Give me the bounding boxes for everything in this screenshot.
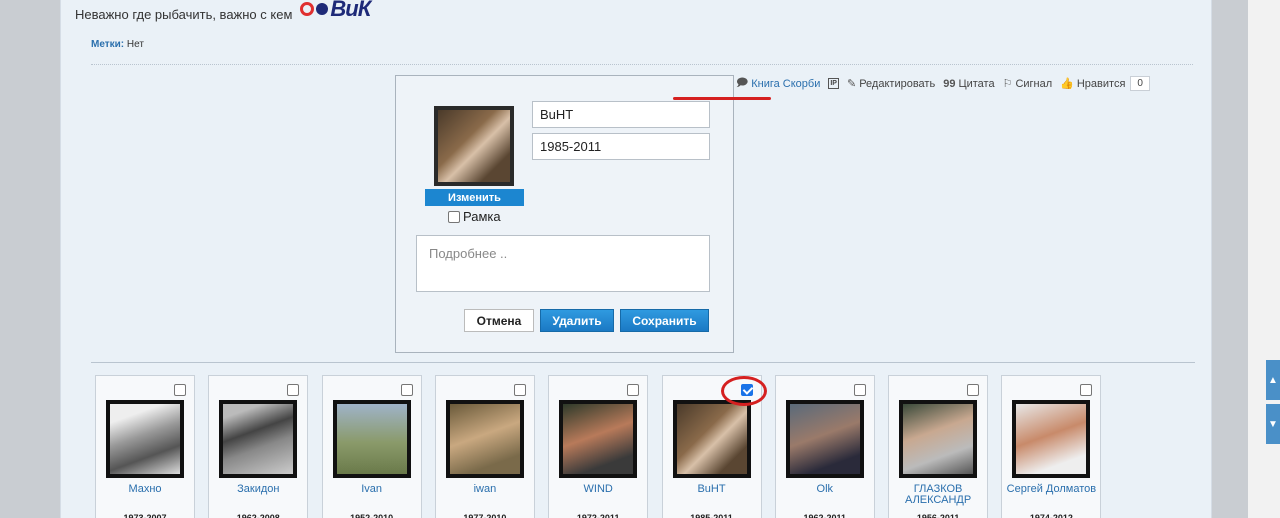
quote-link[interactable]: 99 Цитата [943,78,994,90]
signature-text: Неважно где рыбачить, важно с кем [75,6,293,22]
card-photo[interactable] [785,400,864,478]
like-count: 0 [1130,76,1150,91]
frame-label: Рамка [463,209,501,224]
memorial-editor-panel: Изменить Рамка ВuНТ 1985-2011 Подробнее … [395,75,734,353]
comment-icon: 🗩 [736,77,749,89]
card-select-checkbox[interactable] [400,384,413,396]
card-photo[interactable] [106,400,184,478]
post-tags: Метки: Нет [91,39,144,50]
scroll-up-button[interactable]: ▲ [1266,360,1280,400]
card-years: 1973-2007 [123,513,167,518]
portrait-image [789,404,860,474]
dotted-divider [91,64,1193,65]
memorial-card[interactable]: Olk 1962-2011 [774,375,875,518]
card-years: 1972-2011 [576,513,620,518]
card-years: 1977-2010 [463,513,507,518]
quote-icon: 99 [943,77,956,90]
logo-text: ВиК [330,0,371,21]
card-years: 1952-2010 [350,513,394,518]
chevron-up-icon: ▲ [1268,374,1278,386]
highlight-underline [673,97,771,100]
portrait-image [676,404,747,474]
logo-blue-dot [316,3,329,15]
card-name-link[interactable]: WIND [549,484,647,495]
name-input[interactable]: ВuНТ [532,101,710,128]
frame-checkbox[interactable] [448,210,460,223]
card-photo[interactable] [219,400,298,478]
card-years: 1985-2011 [690,513,733,518]
memorial-card[interactable]: Сергей Долматов 1974-2012 [1001,375,1102,518]
book-of-sorrow-link[interactable]: 🗩 Книга Скорби [736,74,820,93]
portrait-image [449,404,520,474]
portrait-image [110,404,180,474]
tags-value: Нет [126,39,144,50]
signature: Неважно где рыбачить, важно с кем ВиК [75,0,371,22]
highlight-circle [721,376,767,406]
memorial-card[interactable]: iwan 1977-2010 [434,375,535,518]
card-photo[interactable] [672,400,751,478]
frame-checkbox-row[interactable]: Рамка [448,209,501,224]
post-actions: 🗩 Книга Скорби IP ✎ Редактировать 99 Цит… [736,74,1150,93]
card-years: 1962-2008 [236,513,280,518]
pencil-icon: ✎ [846,78,857,90]
card-years: 1974-2012 [1029,513,1073,518]
years-input[interactable]: 1985-2011 [532,133,710,160]
memorial-card[interactable]: Махно 1973-2007 [95,375,195,518]
like-link[interactable]: 👍 Нравится 0 [1060,76,1150,91]
editor-avatar [434,106,514,186]
details-textarea[interactable]: Подробнее .. [416,235,710,292]
thumbs-up-icon: 👍 [1060,78,1074,90]
card-select-checkbox[interactable] [967,384,980,396]
card-select-checkbox[interactable] [174,384,186,396]
chevron-down-icon: ▼ [1268,418,1278,430]
portrait-image [336,404,407,474]
card-years: 1962-2011 [803,513,847,518]
card-name-link[interactable]: ГЛАЗКОВ АЛЕКСАНДР [889,484,987,506]
logo-red-ring [300,2,315,16]
card-name-link[interactable]: ВuНТ [663,484,761,495]
card-select-checkbox[interactable] [853,384,866,396]
memorial-card[interactable]: WIND 1972-2011 [548,375,649,518]
portrait-image [223,404,294,474]
portrait-image [563,404,634,474]
card-select-checkbox[interactable] [627,384,640,396]
card-name-link[interactable]: Ivan [323,484,421,495]
card-name-link[interactable]: Сергей Долматов [1002,484,1100,495]
memorial-card[interactable]: Закидон 1962-2008 [208,375,309,518]
section-divider [91,362,1195,363]
card-name-link[interactable]: Махно [96,484,194,495]
card-photo[interactable] [559,400,638,478]
cancel-button[interactable]: Отмена [464,309,534,332]
ip-button[interactable]: IP [828,78,839,89]
portrait-image [1016,404,1087,474]
card-photo[interactable] [899,400,978,478]
card-select-checkbox[interactable] [513,384,526,396]
change-photo-button[interactable]: Изменить [425,189,524,206]
post-content-area: Неважно где рыбачить, важно с кем ВиК Ме… [60,0,1212,518]
card-select-checkbox[interactable] [1080,384,1093,396]
report-link[interactable]: ⚐ Сигнал [1002,77,1053,91]
edit-link[interactable]: ✎ Редактировать [846,77,935,91]
memorial-card[interactable]: Ivan 1952-2010 [321,375,422,518]
avatar-photo [438,110,510,182]
ip-icon: IP [828,78,839,89]
card-photo[interactable] [445,400,524,478]
card-photo[interactable] [332,400,411,478]
memorial-card[interactable]: ГЛАЗКОВ АЛЕКСАНДР 1956-2011 [888,375,989,518]
card-name-link[interactable]: Olk [776,484,874,495]
save-button[interactable]: Сохранить [620,309,709,332]
card-photo[interactable] [1012,400,1091,478]
card-years: 1956-2011 [916,513,960,518]
card-name-link[interactable]: iwan [436,484,534,495]
tags-label: Метки: [91,39,125,50]
scroll-down-button[interactable]: ▼ [1266,404,1280,444]
card-name-link[interactable]: Закидон [209,484,307,495]
flag-icon: ⚐ [1002,78,1013,90]
portrait-image [903,404,974,474]
delete-button[interactable]: Удалить [540,309,614,332]
club-logo: ВиК [300,0,371,22]
card-select-checkbox[interactable] [287,384,300,396]
